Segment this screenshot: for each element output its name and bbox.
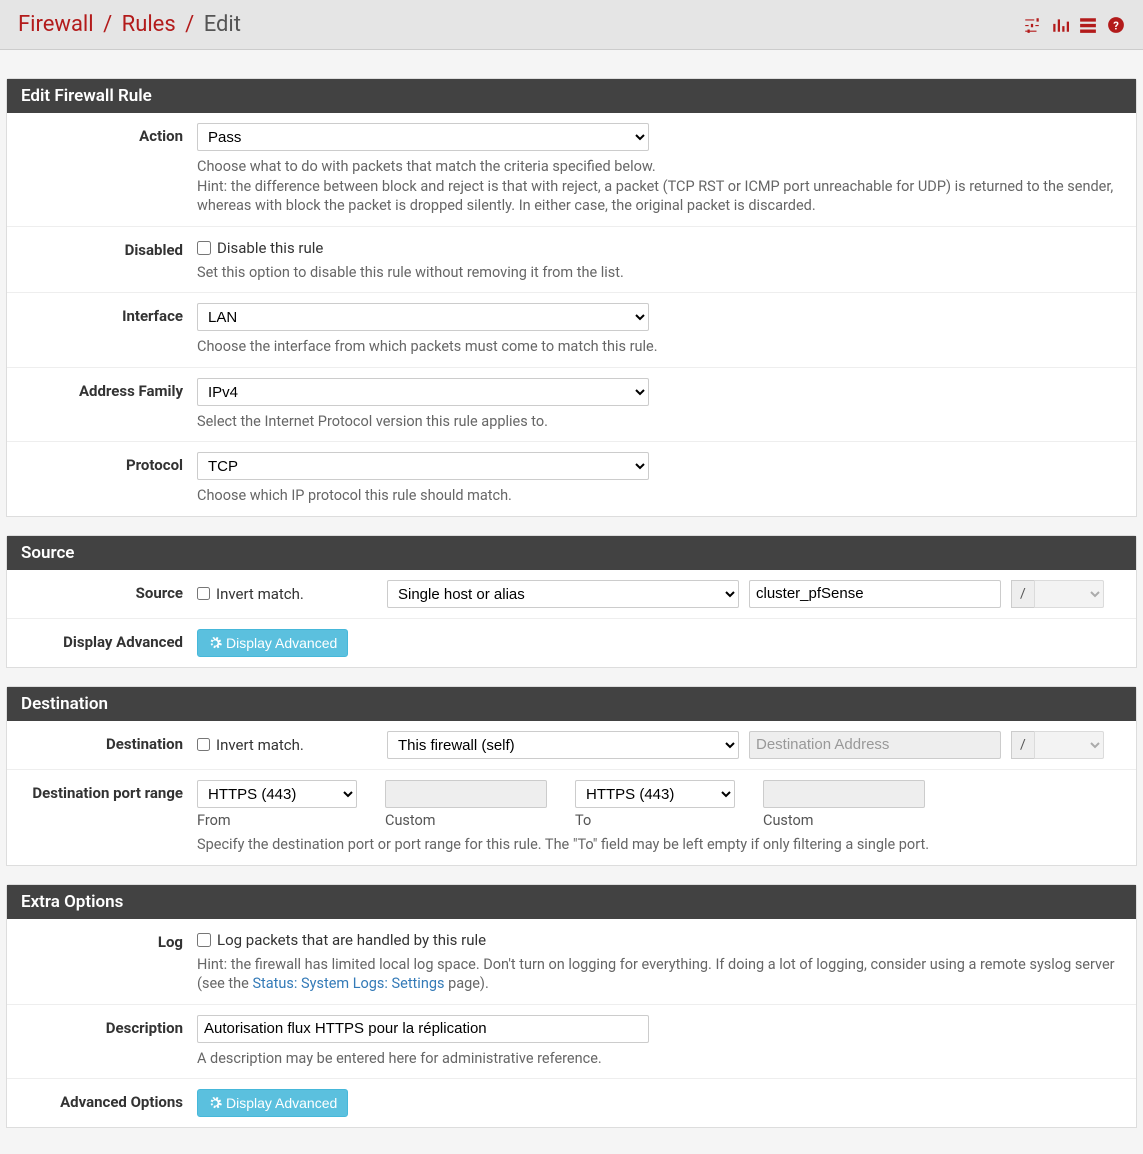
- source-invert-label: Invert match.: [216, 585, 304, 603]
- disabled-help: Set this option to disable this rule wit…: [197, 263, 1122, 283]
- disabled-check-label: Disable this rule: [217, 239, 323, 257]
- source-address-input[interactable]: [749, 580, 1001, 608]
- panel-heading-destination: Destination: [7, 687, 1136, 721]
- log-checkbox[interactable]: [197, 933, 211, 947]
- source-label: Source: [7, 580, 197, 608]
- protocol-label: Protocol: [7, 452, 197, 506]
- protocol-select[interactable]: TCP: [197, 452, 649, 480]
- dest-port-from-select[interactable]: HTTPS (443): [197, 780, 357, 808]
- address-family-help: Select the Internet Protocol version thi…: [197, 412, 1122, 432]
- destination-invert-checkbox[interactable]: [197, 738, 210, 751]
- description-label: Description: [7, 1015, 197, 1069]
- source-type-select[interactable]: Single host or alias: [387, 580, 739, 608]
- log-icon[interactable]: [1079, 16, 1097, 34]
- destination-label: Destination: [7, 731, 197, 759]
- header-icons: ?: [1023, 16, 1125, 34]
- destination-address-input: [749, 731, 1001, 759]
- action-help: Choose what to do with packets that matc…: [197, 157, 1122, 216]
- breadcrumb: Firewall / Rules / Edit: [18, 12, 241, 37]
- dest-port-to-custom-input: [763, 780, 925, 808]
- destination-type-select[interactable]: This firewall (self): [387, 731, 739, 759]
- custom-sub2: Custom: [763, 812, 925, 829]
- source-invert-checkbox[interactable]: [197, 587, 210, 600]
- gear-icon: [208, 636, 222, 650]
- address-family-label: Address Family: [7, 378, 197, 432]
- destination-mask-select: [1034, 731, 1104, 759]
- source-mask-label: /: [1011, 580, 1034, 608]
- from-sub: From: [197, 812, 357, 829]
- bar-chart-icon[interactable]: [1051, 16, 1069, 34]
- destination-port-range-label: Destination port range: [7, 780, 197, 855]
- protocol-help: Choose which IP protocol this rule shoul…: [197, 486, 1122, 506]
- breadcrumb-rules[interactable]: Rules: [122, 12, 176, 37]
- advanced-options-label: Advanced Options: [7, 1089, 197, 1117]
- help-icon[interactable]: ?: [1107, 16, 1125, 34]
- panel-heading-source: Source: [7, 536, 1136, 570]
- interface-select[interactable]: LAN: [197, 303, 649, 331]
- dest-port-help: Specify the destination port or port ran…: [197, 835, 1122, 855]
- disabled-checkbox[interactable]: [197, 241, 211, 255]
- source-display-advanced-button[interactable]: Display Advanced: [197, 629, 348, 657]
- page-header: Firewall / Rules / Edit ?: [0, 0, 1143, 50]
- interface-label: Interface: [7, 303, 197, 357]
- breadcrumb-current: Edit: [204, 12, 241, 37]
- action-label: Action: [7, 123, 197, 216]
- description-help: A description may be entered here for ad…: [197, 1049, 1122, 1069]
- sliders-icon[interactable]: [1023, 16, 1041, 34]
- panel-heading-extra: Extra Options: [7, 885, 1136, 919]
- advanced-display-button[interactable]: Display Advanced: [197, 1089, 348, 1117]
- extra-options-panel: Extra Options Log Log packets that are h…: [6, 884, 1137, 1129]
- destination-mask-label: /: [1011, 731, 1034, 759]
- breadcrumb-sep: /: [99, 12, 116, 37]
- dest-port-from-custom-input: [385, 780, 547, 808]
- panel-heading-edit: Edit Firewall Rule: [7, 79, 1136, 113]
- svg-text:?: ?: [1113, 19, 1119, 32]
- display-advanced-label: Display Advanced: [7, 629, 197, 657]
- source-mask-select: [1034, 580, 1104, 608]
- syslog-settings-link[interactable]: Status: System Logs: Settings: [252, 975, 444, 992]
- disabled-label: Disabled: [7, 237, 197, 283]
- log-check-label: Log packets that are handled by this rul…: [217, 931, 486, 949]
- destination-invert-label: Invert match.: [216, 736, 304, 754]
- description-input[interactable]: [197, 1015, 649, 1043]
- destination-panel: Destination Destination Invert match. Th…: [6, 686, 1137, 866]
- breadcrumb-firewall[interactable]: Firewall: [18, 12, 94, 37]
- edit-firewall-rule-panel: Edit Firewall Rule Action Pass Choose wh…: [6, 78, 1137, 517]
- to-sub: To: [575, 812, 735, 829]
- source-panel: Source Source Invert match. Single host …: [6, 535, 1137, 668]
- breadcrumb-sep: /: [181, 12, 198, 37]
- log-help: Hint: the firewall has limited local log…: [197, 955, 1122, 994]
- log-label: Log: [7, 929, 197, 994]
- gear-icon: [208, 1096, 222, 1110]
- dest-port-to-select[interactable]: HTTPS (443): [575, 780, 735, 808]
- address-family-select[interactable]: IPv4: [197, 378, 649, 406]
- custom-sub: Custom: [385, 812, 547, 829]
- interface-help: Choose the interface from which packets …: [197, 337, 1122, 357]
- action-select[interactable]: Pass: [197, 123, 649, 151]
